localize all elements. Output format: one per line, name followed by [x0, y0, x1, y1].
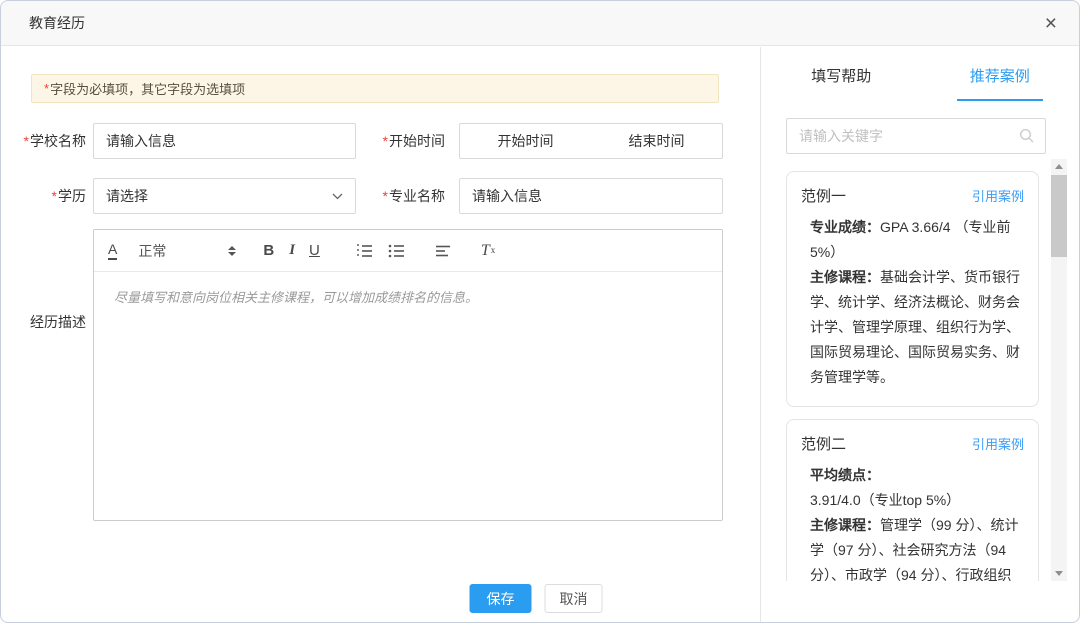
ordered-list-icon[interactable] [356, 244, 373, 258]
degree-select-value: 请选择 [106, 186, 148, 206]
required-asterisk: * [44, 81, 49, 96]
scroll-down-icon[interactable] [1055, 571, 1063, 576]
helper-panel: 填写帮助 推荐案例 范例一 [762, 47, 1079, 622]
start-time-label: *开始时间 [359, 131, 445, 151]
keyword-search-box [786, 118, 1046, 154]
case-card: 范例一 引用案例 专业成绩：GPA 3.66/4 （专业前5%） 主修课程：基础… [786, 171, 1039, 407]
italic-button[interactable]: I [289, 243, 295, 258]
case-content: 平均绩点：3.91/4.0（专业top 5%） 主修课程：管理学（99 分）、统… [801, 463, 1024, 581]
search-icon[interactable] [1019, 128, 1035, 144]
editor-toolbar: A 正常 B I U [94, 230, 722, 272]
form-row-1: *学校名称 *开始时间 开始时间 结束时间 [1, 123, 761, 159]
font-color-icon[interactable]: A [108, 242, 117, 260]
required-fields-notice: * 字段为必填项，其它字段为选填项 [31, 74, 719, 103]
vertical-scrollbar[interactable] [1051, 159, 1067, 581]
cite-case-link[interactable]: 引用案例 [972, 434, 1024, 453]
required-asterisk: * [52, 188, 57, 204]
clear-format-icon[interactable]: Tx [481, 243, 495, 259]
cite-case-link[interactable]: 引用案例 [972, 186, 1024, 205]
school-name-label: *学校名称 [1, 131, 86, 151]
dialog-body: * 字段为必填项，其它字段为选填项 *学校名称 *开始时间 开始时间 结束时间 … [1, 47, 1079, 622]
case-card: 范例二 引用案例 平均绩点：3.91/4.0（专业top 5%） 主修课程：管理… [786, 419, 1039, 581]
notice-text: 字段为必填项，其它字段为选填项 [50, 79, 245, 98]
major-name-label: *专业名称 [359, 186, 445, 206]
date-range-picker[interactable]: 开始时间 结束时间 [459, 123, 723, 159]
bold-button[interactable]: B [263, 243, 274, 258]
form-row-2: *学历 请选择 *专业名称 [1, 178, 761, 214]
dialog-title: 教育经历 [29, 13, 85, 33]
align-icon[interactable] [436, 245, 451, 257]
scroll-up-icon[interactable] [1055, 164, 1063, 169]
required-asterisk: * [24, 133, 29, 149]
tab-fill-help[interactable]: 填写帮助 [762, 47, 921, 101]
case-list: 范例一 引用案例 专业成绩：GPA 3.66/4 （专业前5%） 主修课程：基础… [786, 171, 1039, 581]
required-asterisk: * [383, 188, 388, 204]
size-stepper-icon[interactable] [228, 246, 236, 256]
bullet-list-icon[interactable] [388, 244, 405, 258]
dialog-footer: 保存 取消 [470, 584, 603, 613]
dialog-header: 教育经历 × [1, 1, 1079, 46]
education-experience-dialog: 教育经历 × * 字段为必填项，其它字段为选填项 *学校名称 *开始时间 开始时… [0, 0, 1080, 623]
close-icon[interactable]: × [1045, 13, 1057, 34]
rich-text-editor: A 正常 B I U [93, 229, 723, 521]
required-asterisk: * [383, 133, 388, 149]
helper-tabs: 填写帮助 推荐案例 [762, 47, 1079, 101]
tab-recommended-cases[interactable]: 推荐案例 [921, 47, 1080, 101]
underline-button[interactable]: U [309, 243, 320, 258]
degree-select[interactable]: 请选择 [93, 178, 356, 214]
keyword-search-input[interactable] [787, 128, 1019, 144]
end-date-field[interactable]: 结束时间 [591, 131, 722, 151]
description-label: 经历描述 [1, 312, 86, 332]
description-textarea[interactable]: 尽量填写和意向岗位相关主修课程，可以增加成绩排名的信息。 [94, 272, 722, 321]
degree-label: *学历 [1, 186, 86, 206]
chevron-down-icon [332, 193, 343, 200]
case-title: 范例二 [801, 433, 846, 454]
case-content: 专业成绩：GPA 3.66/4 （专业前5%） 主修课程：基础会计学、货币银行学… [801, 215, 1024, 390]
case-title: 范例一 [801, 185, 846, 206]
start-date-field[interactable]: 开始时间 [460, 131, 591, 151]
school-name-input[interactable] [93, 123, 356, 159]
form-panel: * 字段为必填项，其它字段为选填项 *学校名称 *开始时间 开始时间 结束时间 … [1, 47, 761, 622]
scrollbar-thumb[interactable] [1051, 175, 1067, 257]
cancel-button[interactable]: 取消 [545, 584, 603, 613]
save-button[interactable]: 保存 [470, 584, 532, 613]
font-size-dropdown[interactable]: 正常 [138, 244, 166, 258]
major-name-input[interactable] [459, 178, 723, 214]
